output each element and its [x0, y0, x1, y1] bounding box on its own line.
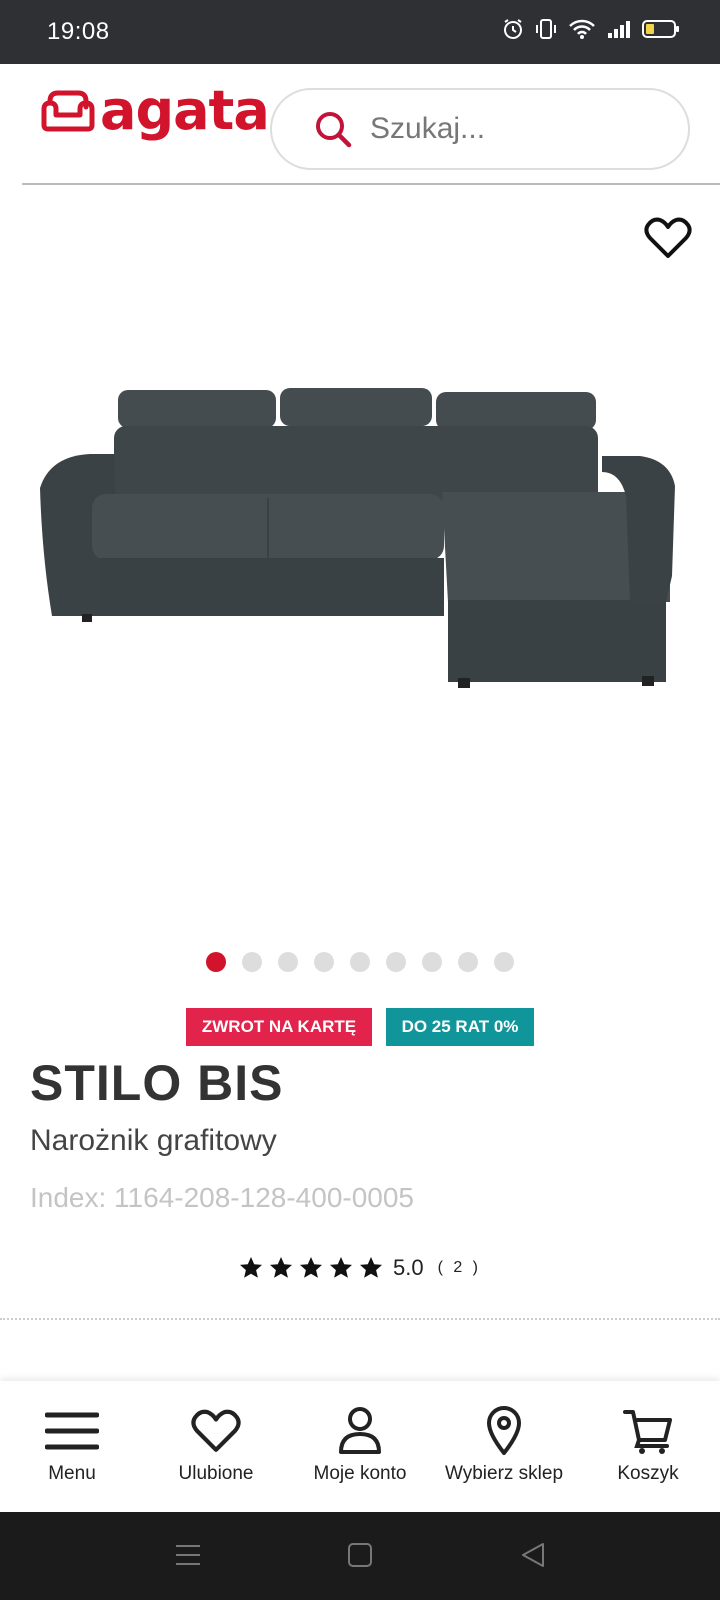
carousel-dot[interactable] [242, 952, 262, 972]
product-rating[interactable]: 5.0 ( 2 ) [0, 1255, 720, 1281]
bottom-navigation: Menu Ulubione Moje konto Wybierz sklep K… [0, 1381, 720, 1512]
section-divider [0, 1318, 720, 1320]
nav-menu[interactable]: Menu [0, 1381, 144, 1512]
header-divider [22, 183, 720, 185]
nav-favorites[interactable]: Ulubione [144, 1381, 288, 1512]
nav-label-account: Moje konto [313, 1463, 407, 1484]
alarm-icon [504, 19, 522, 39]
product-gallery[interactable] [0, 186, 720, 926]
nav-label-store: Wybierz sklep [444, 1463, 564, 1484]
user-icon [339, 1407, 381, 1454]
product-index: Index: 1164-208-128-400-0005 [30, 1182, 415, 1213]
site-header: agata [0, 64, 720, 185]
add-to-favorites-heart-icon[interactable] [644, 216, 692, 260]
rating-value: 5.0 [392, 1255, 424, 1280]
status-bar: 19:08 [0, 0, 720, 64]
carousel-dot[interactable] [278, 952, 298, 972]
promo-badges: ZWROT NA KARTĘ DO 25 RAT 0% [0, 1008, 720, 1046]
star-icon [239, 1257, 262, 1278]
badge-zwrot: ZWROT NA KARTĘ [186, 1008, 372, 1046]
star-icon [269, 1257, 292, 1278]
star-icon [299, 1257, 322, 1278]
logo-text: agata [100, 79, 270, 142]
agata-logo[interactable]: agata [40, 79, 270, 142]
carousel-dots[interactable] [0, 952, 720, 972]
carousel-dot[interactable] [206, 952, 226, 972]
search-icon[interactable] [314, 110, 352, 148]
nav-cart[interactable]: Koszyk [576, 1381, 720, 1512]
battery-icon [642, 20, 679, 38]
nav-label-menu: Menu [48, 1463, 96, 1484]
badge-raty: DO 25 RAT 0% [386, 1008, 534, 1046]
android-navigation-bar [0, 1512, 720, 1600]
back-icon[interactable] [520, 1542, 546, 1568]
recents-icon[interactable] [175, 1542, 201, 1568]
rating-count: ( 2 ) [437, 1259, 482, 1276]
product-subtitle: Narożnik grafitowy [30, 1124, 277, 1157]
search-input[interactable] [370, 112, 660, 146]
star-icon [359, 1257, 382, 1278]
carousel-dot[interactable] [350, 952, 370, 972]
star-icon [329, 1257, 352, 1278]
cart-icon [623, 1410, 672, 1454]
wifi-icon [569, 19, 595, 39]
signal-icon [608, 21, 630, 38]
nav-store[interactable]: Wybierz sklep [432, 1381, 576, 1512]
heart-icon [191, 1409, 241, 1452]
nav-label-cart: Koszyk [617, 1463, 679, 1484]
carousel-dot[interactable] [458, 952, 478, 972]
vibrate-icon [536, 19, 556, 39]
carousel-dot[interactable] [422, 952, 442, 972]
location-pin-icon [487, 1406, 521, 1455]
search-bar[interactable] [270, 88, 690, 170]
menu-icon [45, 1412, 99, 1450]
carousel-dot[interactable] [386, 952, 406, 972]
product-image-sofa [40, 388, 675, 688]
sofa-logo-icon [41, 90, 95, 132]
nav-label-favorites: Ulubione [178, 1463, 254, 1484]
carousel-dot[interactable] [494, 952, 514, 972]
nav-account[interactable]: Moje konto [288, 1381, 432, 1512]
status-icons [502, 18, 680, 40]
rating-stars [239, 1256, 383, 1280]
product-title: STILO BIS [30, 1055, 284, 1111]
home-icon[interactable] [348, 1542, 372, 1568]
carousel-dot[interactable] [314, 952, 334, 972]
status-time: 19:08 [47, 18, 110, 45]
